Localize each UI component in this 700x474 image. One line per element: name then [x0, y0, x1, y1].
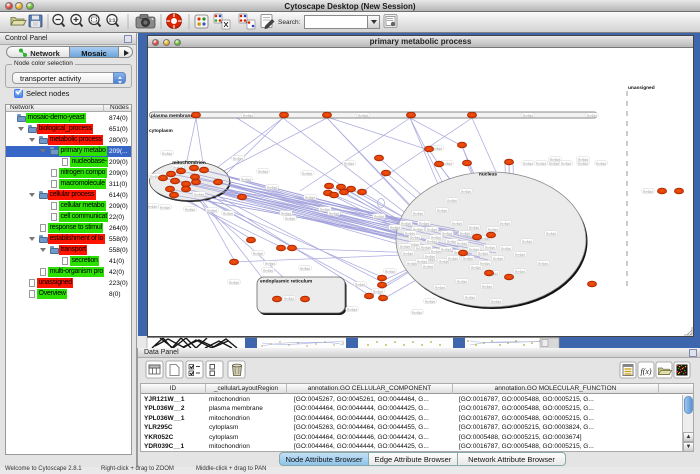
svg-text:Gcr1(p): Gcr1(p)	[305, 195, 315, 199]
svg-text:Gcr1(p): Gcr1(p)	[441, 247, 451, 251]
svg-text:Gcr1(p): Gcr1(p)	[265, 261, 275, 265]
svg-text:Gcr1(p): Gcr1(p)	[243, 113, 253, 117]
svg-text:Gcr1(p): Gcr1(p)	[229, 280, 239, 284]
svg-text:unassigned: unassigned	[628, 85, 655, 91]
svg-text:Gcr1(p): Gcr1(p)	[427, 227, 437, 231]
svg-text:Gcr1(p): Gcr1(p)	[263, 268, 273, 272]
svg-text:Gcr1(p): Gcr1(p)	[419, 221, 429, 225]
svg-text:Gcr1(p): Gcr1(p)	[488, 227, 498, 231]
svg-text:Gcr1(p): Gcr1(p)	[425, 299, 435, 303]
svg-text:Gcr1(p): Gcr1(p)	[148, 204, 157, 208]
svg-text:Gcr1(p): Gcr1(p)	[461, 189, 471, 193]
svg-text:Gcr1(p): Gcr1(p)	[523, 161, 533, 165]
svg-text:Gcr1(p): Gcr1(p)	[347, 307, 357, 311]
svg-text:Gcr1(p): Gcr1(p)	[412, 310, 422, 314]
svg-text:Gcr1(p): Gcr1(p)	[471, 265, 481, 269]
svg-text:Gcr1(p): Gcr1(p)	[523, 113, 533, 117]
svg-text:Gcr1(p): Gcr1(p)	[457, 279, 467, 283]
svg-text:Gcr1(p): Gcr1(p)	[561, 161, 571, 165]
svg-text:Gcr1(p): Gcr1(p)	[457, 241, 467, 245]
svg-text:f(x): f(x)	[640, 367, 651, 376]
svg-text:Gcr1(p): Gcr1(p)	[482, 284, 492, 288]
svg-text:Gcr1(p): Gcr1(p)	[493, 256, 503, 260]
svg-text:endoplasmic reticulum: endoplasmic reticulum	[260, 279, 312, 285]
svg-text:Gcr1(p): Gcr1(p)	[373, 289, 383, 293]
svg-text:plasma membrane: plasma membrane	[151, 113, 193, 119]
svg-text:Gcr1(p): Gcr1(p)	[400, 244, 410, 248]
svg-text:Gcr1(p): Gcr1(p)	[185, 207, 195, 211]
svg-text:Gcr1(p): Gcr1(p)	[515, 269, 525, 273]
svg-text:Gcr1(p): Gcr1(p)	[435, 285, 445, 289]
svg-text:Gcr1(p): Gcr1(p)	[447, 198, 457, 202]
svg-text:Gcr1(p): Gcr1(p)	[491, 299, 501, 303]
svg-text:Gcr1(p): Gcr1(p)	[285, 216, 295, 220]
svg-text:Gcr1(p): Gcr1(p)	[162, 151, 172, 155]
svg-text:Gcr1(p): Gcr1(p)	[437, 208, 447, 212]
svg-text:Gcr1(p): Gcr1(p)	[515, 252, 525, 256]
svg-text:Gcr1(p): Gcr1(p)	[390, 225, 400, 229]
svg-text:Gcr1(p): Gcr1(p)	[427, 239, 437, 243]
svg-text:Gcr1(p): Gcr1(p)	[401, 221, 411, 225]
svg-text:cytoplasm: cytoplasm	[149, 128, 173, 134]
svg-text:Gcr1(p): Gcr1(p)	[460, 231, 470, 235]
svg-text:Gcr1(p): Gcr1(p)	[207, 208, 217, 212]
svg-text:Gcr1(p): Gcr1(p)	[421, 245, 431, 249]
svg-text:Gcr1(p): Gcr1(p)	[578, 161, 588, 165]
svg-text:Gcr1(p): Gcr1(p)	[405, 231, 415, 235]
svg-text:Gcr1(p): Gcr1(p)	[355, 282, 365, 286]
svg-text:Gcr1(p): Gcr1(p)	[281, 211, 291, 215]
svg-text:Gcr1(p): Gcr1(p)	[160, 205, 170, 209]
svg-text:Gcr1(p): Gcr1(p)	[480, 261, 490, 265]
svg-text:Gcr1(p): Gcr1(p)	[425, 254, 435, 258]
svg-text:Gcr1(p): Gcr1(p)	[546, 231, 556, 235]
svg-text:Gcr1(p): Gcr1(p)	[302, 171, 312, 175]
svg-text:Gcr1(p): Gcr1(p)	[550, 157, 560, 161]
svg-text:Gcr1(p): Gcr1(p)	[485, 245, 495, 249]
svg-text:Gcr1(p): Gcr1(p)	[423, 264, 433, 268]
svg-text:Gcr1(p): Gcr1(p)	[374, 214, 384, 218]
svg-text:Gcr1(p): Gcr1(p)	[284, 296, 294, 300]
svg-text:Gcr1(p): Gcr1(p)	[448, 256, 458, 260]
svg-text:Gcr1(p): Gcr1(p)	[258, 169, 268, 173]
svg-text:Gcr1(p): Gcr1(p)	[500, 221, 510, 225]
svg-text:Gcr1(p): Gcr1(p)	[267, 185, 277, 189]
svg-text:Gcr1(p): Gcr1(p)	[223, 211, 233, 215]
svg-text:Gcr1(p): Gcr1(p)	[463, 256, 473, 260]
svg-text:Gcr1(p): Gcr1(p)	[478, 251, 488, 255]
svg-text:Gcr1(p): Gcr1(p)	[536, 161, 546, 165]
svg-text:Gcr1(p): Gcr1(p)	[465, 295, 475, 299]
svg-text:Gcr1(p): Gcr1(p)	[385, 269, 395, 273]
svg-text:Gcr1(p): Gcr1(p)	[643, 189, 653, 193]
svg-text:Gcr1(p): Gcr1(p)	[522, 239, 532, 243]
svg-text:Gcr1(p): Gcr1(p)	[358, 113, 368, 117]
svg-text:Gcr1(p): Gcr1(p)	[253, 251, 263, 255]
svg-text:Gcr1(p): Gcr1(p)	[578, 157, 588, 161]
svg-text:Gcr1(p): Gcr1(p)	[413, 211, 423, 215]
svg-text:Gcr1(p): Gcr1(p)	[538, 261, 548, 265]
svg-text:Gcr1(p): Gcr1(p)	[442, 231, 452, 235]
svg-text:Gcr1(p): Gcr1(p)	[241, 177, 251, 181]
svg-text:Gcr1(p): Gcr1(p)	[300, 266, 310, 270]
svg-text:Gcr1(p): Gcr1(p)	[417, 259, 427, 263]
svg-text:Gcr1(p): Gcr1(p)	[431, 235, 441, 239]
svg-text:Gcr1(p): Gcr1(p)	[410, 235, 420, 239]
svg-text:Gcr1(p): Gcr1(p)	[501, 246, 511, 250]
svg-text:Gcr1(p): Gcr1(p)	[587, 113, 597, 117]
svg-text:Gcr1(p): Gcr1(p)	[194, 192, 204, 196]
svg-text:Gcr1(p): Gcr1(p)	[469, 225, 479, 229]
svg-text:1:1: 1:1	[109, 18, 116, 23]
svg-text:Gcr1(p): Gcr1(p)	[549, 161, 559, 165]
svg-text:Gcr1(p): Gcr1(p)	[596, 161, 606, 165]
svg-text:Gcr1(p): Gcr1(p)	[233, 156, 243, 160]
svg-text:Gcr1(p): Gcr1(p)	[329, 211, 339, 215]
svg-text:Gcr1(p): Gcr1(p)	[403, 251, 413, 255]
svg-text:Gcr1(p): Gcr1(p)	[344, 161, 354, 165]
svg-text:nucleus: nucleus	[479, 172, 497, 178]
svg-text:Gcr1(p): Gcr1(p)	[452, 221, 462, 225]
